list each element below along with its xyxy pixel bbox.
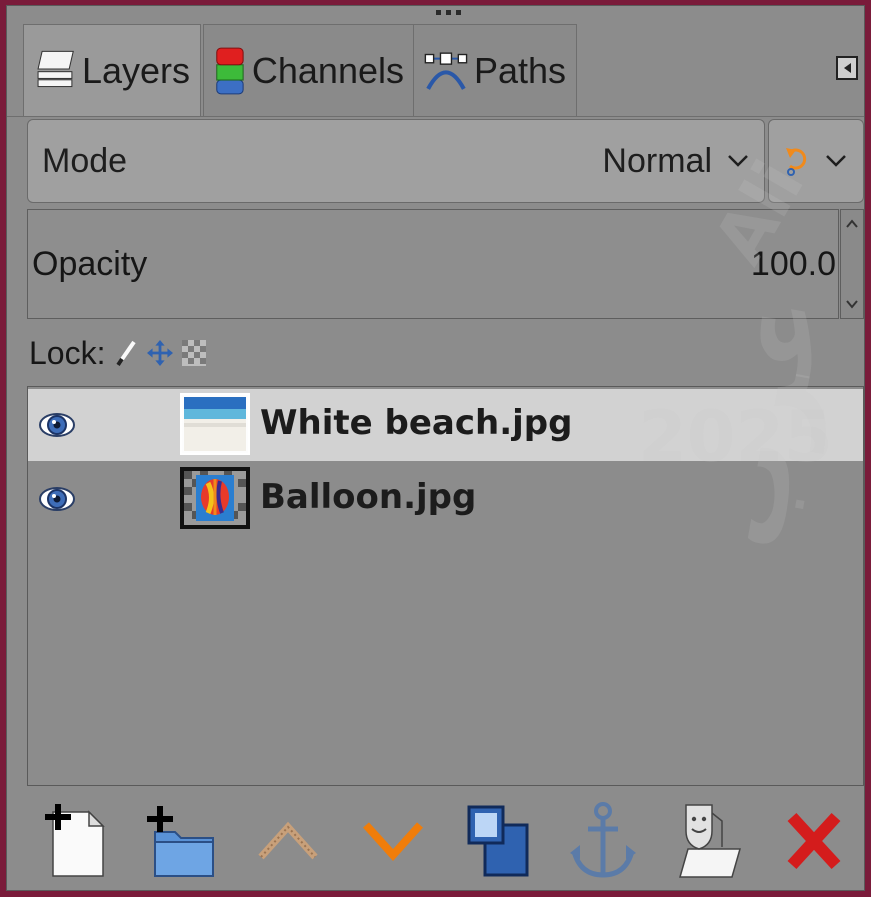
chevron-up-icon[interactable] (845, 218, 859, 230)
opacity-label: Opacity (32, 244, 148, 283)
layers-dock-panel: Layers Channels Paths Mode Normal Opacit… (6, 5, 865, 891)
merge-down-button[interactable] (669, 798, 749, 884)
anchor-icon (570, 802, 637, 878)
channels-icon (216, 47, 244, 94)
anchor-layer-button[interactable] (563, 798, 643, 884)
raise-layer-button[interactable] (248, 798, 328, 884)
tab-paths[interactable]: Paths (413, 24, 577, 116)
lower-layer-icon (362, 822, 423, 861)
layers-toolbar (27, 792, 864, 890)
delete-layer-icon (787, 812, 841, 870)
tab-layers-label: Layers (81, 49, 190, 91)
lock-label: Lock: (29, 334, 106, 371)
mode-value: Normal (602, 141, 712, 180)
dock-drag-handle[interactable] (433, 10, 463, 18)
new-layer-button[interactable] (37, 798, 117, 884)
composite-mode-button[interactable] (768, 119, 864, 203)
layer-name[interactable]: White beach.jpg (260, 403, 572, 443)
duplicate-layer-icon (467, 805, 529, 877)
dock-tab-bar: Layers Channels Paths (7, 18, 864, 117)
new-layer-icon (45, 804, 105, 877)
layer-row[interactable]: White beach.jpg (28, 389, 863, 461)
tab-channels[interactable]: Channels (203, 24, 415, 116)
opacity-spinner[interactable] (840, 209, 864, 319)
eye-visibility-icon[interactable] (38, 481, 76, 517)
lower-layer-button[interactable] (353, 798, 433, 884)
mode-label: Mode (42, 141, 128, 180)
tab-layers[interactable]: Layers (23, 24, 201, 116)
composite-reset-icon (786, 148, 807, 176)
opacity-slider[interactable]: Opacity 100.0 (27, 209, 839, 319)
lock-alpha-icon[interactable] (181, 339, 207, 367)
opacity-value: 100.0 (750, 244, 836, 283)
layer-row[interactable]: Balloon.jpg (28, 463, 863, 535)
mode-dropdown[interactable]: Mode Normal (27, 119, 765, 203)
tab-channels-label: Channels (251, 49, 404, 91)
delete-layer-button[interactable] (774, 798, 854, 884)
chevron-down-icon[interactable] (845, 298, 859, 310)
layer-thumbnail-balloon (180, 467, 250, 529)
tab-paths-label: Paths (473, 49, 566, 91)
new-layer-group-icon (147, 806, 215, 877)
raise-layer-icon (257, 821, 318, 860)
chevron-down-icon (728, 155, 748, 167)
layer-list[interactable]: White beach.jpg Balloon.jpg (27, 386, 864, 786)
paths-icon (424, 51, 468, 90)
new-layer-group-button[interactable] (142, 798, 222, 884)
eye-visibility-icon[interactable] (38, 407, 76, 443)
merge-down-icon (678, 804, 741, 878)
layer-thumbnail-beach (180, 393, 250, 455)
lock-pixels-icon[interactable] (113, 339, 139, 367)
layer-name[interactable]: Balloon.jpg (260, 477, 476, 517)
duplicate-layer-button[interactable] (458, 798, 538, 884)
chevron-down-icon (826, 155, 846, 167)
tab-menu-button[interactable] (836, 56, 858, 80)
lock-row: Lock: (29, 334, 207, 372)
layers-icon (37, 50, 74, 87)
lock-position-icon[interactable] (147, 339, 174, 367)
